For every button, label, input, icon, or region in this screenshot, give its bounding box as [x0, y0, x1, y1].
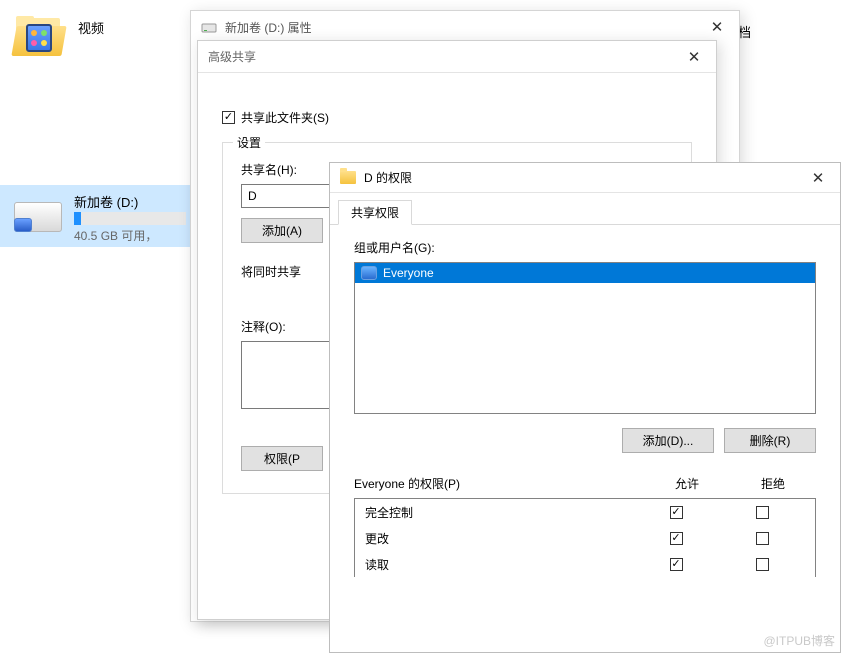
- titlebar[interactable]: D 的权限 ✕: [330, 163, 840, 193]
- allow-checkbox[interactable]: ✓: [670, 506, 683, 519]
- window-permissions: D 的权限 ✕ 共享权限 组或用户名(G): Everyone 添加(D)...…: [329, 162, 841, 653]
- permissions-for-label: Everyone 的权限(P): [354, 475, 644, 492]
- share-badge-icon: [14, 218, 32, 232]
- window-title: 高级共享: [208, 48, 672, 65]
- list-item[interactable]: Everyone: [355, 263, 815, 283]
- tabs: 共享权限: [330, 199, 840, 225]
- permission-name: 完全控制: [365, 504, 633, 521]
- watermark: @ITPUB博客: [763, 632, 835, 649]
- desktop-folder-videos[interactable]: 视频: [14, 16, 104, 60]
- drive-mini-icon: [201, 19, 217, 35]
- drive-usage-bar: [74, 212, 186, 225]
- desktop-folder-label: 视频: [78, 16, 104, 37]
- fieldset-legend: 设置: [233, 134, 265, 151]
- remove-user-button[interactable]: 删除(R): [724, 428, 816, 453]
- checkbox-label: 共享此文件夹(S): [241, 109, 329, 126]
- tab-share-permissions[interactable]: 共享权限: [338, 200, 412, 225]
- drive-item[interactable]: 新加卷 (D:) 40.5 GB 可用，: [0, 185, 190, 247]
- table-row: 读取 ✓: [355, 551, 815, 577]
- users-list[interactable]: Everyone: [354, 262, 816, 414]
- permission-name: 更改: [365, 530, 633, 547]
- deny-checkbox[interactable]: [756, 506, 769, 519]
- permission-name: 读取: [365, 556, 633, 573]
- close-icon[interactable]: ✕: [672, 42, 716, 72]
- deny-header: 拒绝: [730, 475, 816, 492]
- deny-checkbox[interactable]: [756, 532, 769, 545]
- titlebar[interactable]: 新加卷 (D:) 属性 ✕: [191, 11, 739, 43]
- deny-checkbox[interactable]: [756, 558, 769, 571]
- checkbox-icon: ✓: [222, 111, 235, 124]
- add-button[interactable]: 添加(A): [241, 218, 323, 243]
- allow-checkbox[interactable]: ✓: [670, 558, 683, 571]
- allow-header: 允许: [644, 475, 730, 492]
- drive-subtitle: 40.5 GB 可用，: [74, 227, 182, 244]
- permissions-grid: 完全控制 ✓ 更改 ✓ 读取 ✓: [354, 498, 816, 577]
- window-title: D 的权限: [364, 169, 796, 186]
- table-row: 完全控制 ✓: [355, 499, 815, 525]
- add-user-button[interactable]: 添加(D)...: [622, 428, 714, 453]
- share-folder-checkbox[interactable]: ✓ 共享此文件夹(S): [222, 109, 329, 126]
- close-icon[interactable]: ✕: [695, 12, 739, 42]
- list-item-label: Everyone: [383, 266, 434, 280]
- folder-icon: [14, 16, 66, 60]
- users-icon: [361, 266, 377, 280]
- group-users-label: 组或用户名(G):: [354, 239, 816, 256]
- table-row: 更改 ✓: [355, 525, 815, 551]
- window-title: 新加卷 (D:) 属性: [225, 19, 695, 36]
- titlebar[interactable]: 高级共享 ✕: [198, 41, 716, 73]
- permissions-button[interactable]: 权限(P: [241, 446, 323, 471]
- allow-checkbox[interactable]: ✓: [670, 532, 683, 545]
- folder-icon: [340, 170, 356, 186]
- close-icon[interactable]: ✕: [796, 163, 840, 193]
- drive-title: 新加卷 (D:): [74, 192, 182, 211]
